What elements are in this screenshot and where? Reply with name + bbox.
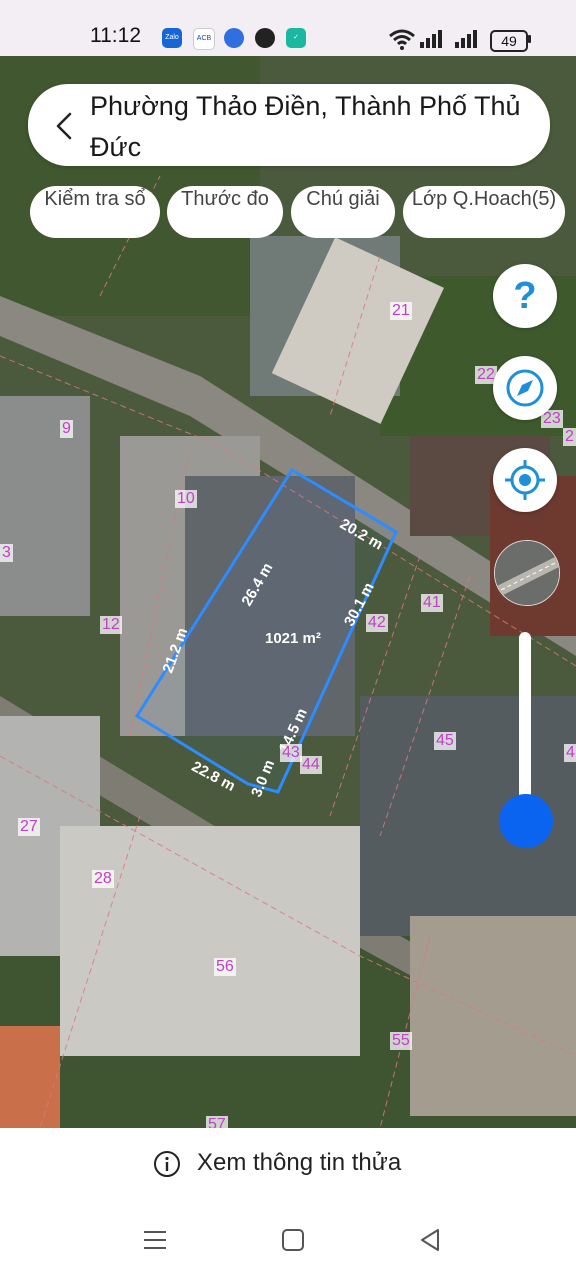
check-book-button[interactable]: Kiểm tra sổ — [30, 186, 160, 238]
compass-button[interactable] — [493, 356, 557, 420]
parcel-number[interactable]: 21 — [390, 302, 412, 320]
crosshair-icon — [505, 460, 545, 500]
signal-2-icon — [455, 30, 481, 48]
parcel-number[interactable]: 45 — [434, 732, 456, 750]
parcel-number[interactable]: 56 — [214, 958, 236, 976]
parcel-number[interactable]: 10 — [175, 490, 197, 508]
question-mark-icon: ? — [513, 275, 536, 317]
info-icon — [154, 1151, 180, 1177]
street-view-thumbnail-icon — [495, 541, 559, 605]
view-parcel-info-label[interactable]: Xem thông tin thửa — [197, 1149, 401, 1177]
compass-icon — [506, 369, 544, 407]
parcel-number[interactable]: 43 — [280, 744, 302, 762]
status-time: 11:12 — [90, 24, 141, 47]
status-bar: 11:12 Zalo ACB ✓ 49 — [0, 0, 576, 56]
acb-icon: ACB — [193, 28, 215, 50]
parcel-number[interactable]: 28 — [92, 870, 114, 888]
parcel-number[interactable]: 41 — [421, 594, 443, 612]
home-icon[interactable] — [279, 1226, 307, 1254]
parcel-number[interactable]: 42 — [366, 614, 388, 632]
svg-text:?: ? — [513, 275, 536, 317]
parcel-number[interactable]: 12 — [100, 616, 122, 634]
parcel-number[interactable]: 57 — [206, 1116, 228, 1128]
back-arrow-icon[interactable] — [50, 110, 82, 142]
opacity-slider-knob[interactable] — [499, 794, 553, 848]
map-type-toggle[interactable] — [494, 540, 560, 606]
parcel-number[interactable]: 27 — [18, 818, 40, 836]
legend-button[interactable]: Chú giải — [291, 186, 395, 238]
locate-me-button[interactable] — [493, 448, 557, 512]
parcel-number[interactable]: 3 — [0, 544, 13, 562]
menu-icon[interactable] — [141, 1226, 169, 1254]
wifi-icon — [389, 29, 415, 50]
page-title: Phường Thảo Điền, Thành Phố Thủ Đức — [90, 91, 521, 162]
measure-button[interactable]: Thước đo — [167, 186, 283, 238]
parcel-number[interactable]: 4 — [564, 744, 576, 762]
parcel-number[interactable]: 9 — [60, 420, 73, 438]
browser-icon — [224, 28, 244, 48]
signal-1-icon — [420, 30, 446, 48]
back-nav-icon[interactable] — [416, 1226, 444, 1254]
parcel-number[interactable]: 44 — [300, 756, 322, 774]
chrome-icon — [255, 28, 275, 48]
parcel-number[interactable]: 2 — [563, 428, 576, 446]
planning-layer-button[interactable]: Lớp Q.Hoach(5) — [403, 186, 565, 238]
parcel-number[interactable]: 55 — [390, 1032, 412, 1050]
parcel-area-label: 1021 m² — [265, 630, 321, 647]
help-button[interactable]: ? — [493, 264, 557, 328]
battery-icon: 49 — [490, 30, 528, 52]
zalo-icon: Zalo — [162, 28, 182, 48]
vpn-icon: ✓ — [286, 28, 306, 48]
